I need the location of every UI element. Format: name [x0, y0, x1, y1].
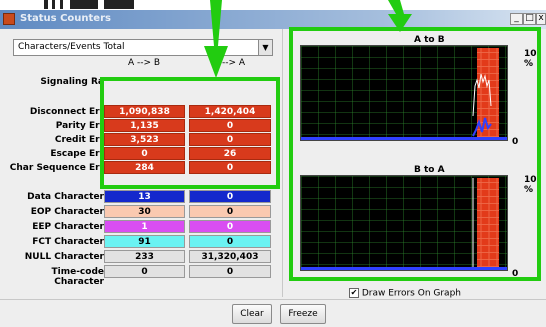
- row-label: Signaling Ra: [40, 77, 104, 87]
- row-label: Disconnect Err: [29, 107, 104, 117]
- chevron-down-icon[interactable]: ▼: [258, 40, 272, 55]
- value-cell: 13: [104, 190, 185, 203]
- row-label: EEP Character: [32, 222, 104, 232]
- top-strip: [0, 0, 546, 10]
- column-header-a: A --> B: [127, 58, 161, 68]
- row-label: FCT Character: [32, 237, 104, 247]
- row-label: Escape Err: [50, 149, 104, 159]
- value-cell: 91: [104, 235, 185, 248]
- value-cell: 30: [104, 205, 185, 218]
- top-mark: [70, 0, 98, 9]
- top-mark: [60, 0, 63, 9]
- bottom-toolbar: Clear Freeze: [0, 299, 546, 327]
- value-cell: 0: [104, 265, 185, 278]
- value-cell: 31,320,403: [189, 250, 271, 263]
- select-value: Characters/Events Total: [18, 42, 125, 52]
- row-label: Credit Err: [54, 135, 104, 145]
- value-cell: 0: [189, 220, 271, 233]
- row-label: Char Sequence Err: [9, 163, 104, 173]
- top-mark: [52, 0, 55, 9]
- value-cell: 0: [189, 205, 271, 218]
- top-mark: [104, 0, 134, 9]
- maximize-button[interactable]: □: [523, 13, 536, 25]
- arrow-down-icon: [388, 0, 412, 32]
- row-label: EOP Character: [30, 207, 104, 217]
- highlight-box-graphs: [289, 27, 541, 281]
- arrow-down-icon: [204, 0, 228, 78]
- minimize-button[interactable]: _: [510, 13, 523, 25]
- top-mark: [44, 0, 48, 9]
- draw-errors-checkbox[interactable]: ✔: [349, 288, 359, 298]
- row-label: Data Character: [27, 192, 104, 202]
- value-cell: 0: [189, 235, 271, 248]
- close-button[interactable]: x: [536, 13, 546, 25]
- row-label: Parity Err: [55, 121, 104, 131]
- value-cell: 1: [104, 220, 185, 233]
- row-label: Time-code Character: [51, 267, 104, 287]
- value-cell: 0: [189, 265, 271, 278]
- draw-errors-label: Draw Errors On Graph: [361, 288, 461, 299]
- value-cell: 0: [189, 190, 271, 203]
- clear-button[interactable]: Clear: [232, 304, 272, 324]
- row-label: NULL Character: [24, 252, 104, 262]
- draw-errors-toggle[interactable]: ✔ Draw Errors On Graph: [349, 288, 461, 299]
- app-icon: [3, 13, 15, 25]
- window-title: Status Counters: [20, 13, 111, 24]
- highlight-box-errors: [100, 77, 280, 189]
- value-cell: 233: [104, 250, 185, 263]
- freeze-button[interactable]: Freeze: [280, 304, 326, 324]
